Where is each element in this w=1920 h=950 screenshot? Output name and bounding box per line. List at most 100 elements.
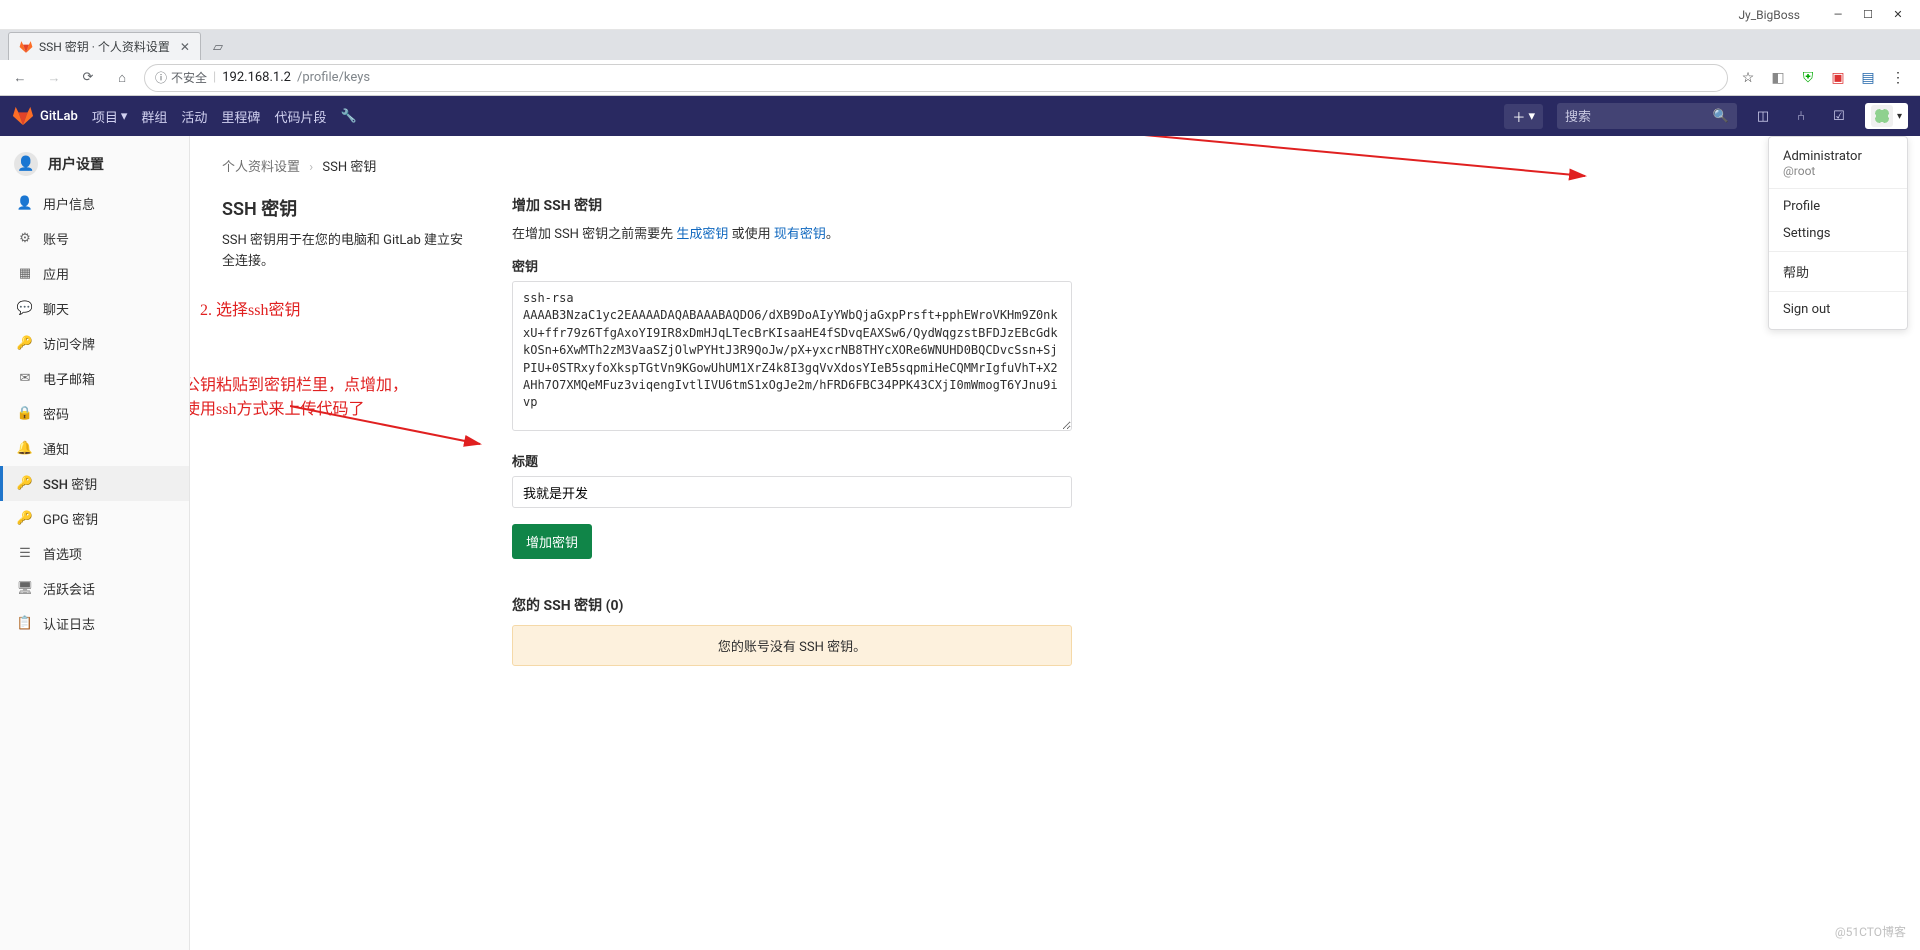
sidebar-item-label: 首选项 — [43, 544, 82, 563]
avatar-icon: 👤 — [14, 152, 38, 176]
nav-forward-button[interactable]: → — [42, 66, 66, 90]
breadcrumb: 个人资料设置 › SSH 密钥 — [222, 156, 1888, 175]
sidebar-item-icon: 🖥 — [17, 581, 33, 596]
sidebar-item-icon: 🔑 — [17, 511, 33, 526]
issues-icon[interactable]: ◫ — [1751, 109, 1775, 124]
existing-key-link[interactable]: 现有密钥 — [774, 227, 826, 242]
nav-activity[interactable]: 活动 — [181, 107, 207, 126]
settings-sidebar: 👤 用户设置 👤用户信息⚙账号▦应用💬聊天🔑访问令牌✉电子邮箱🔒密码🔔通知🔑SS… — [0, 136, 190, 950]
sidebar-item-9[interactable]: 🔑 GPG 密钥 — [0, 501, 189, 536]
ext-icon-1[interactable]: ◧ — [1768, 68, 1788, 88]
sidebar-item-8[interactable]: 🔑SSH 密钥 — [0, 466, 189, 501]
user-menu-header: Administrator @root — [1769, 143, 1907, 184]
chevron-down-icon: ▾ — [121, 109, 128, 124]
watermark: @51CTO博客 — [1835, 923, 1906, 940]
new-tab-button[interactable]: ▱ — [205, 34, 231, 60]
sidebar-item-label: 应用 — [43, 264, 69, 283]
address-field[interactable]: ⓘ 不安全 | 192.168.1.2/profile/keys — [144, 64, 1728, 92]
sidebar-item-label: 密码 — [43, 404, 69, 423]
os-titlebar: Jy_BigBoss — ☐ ✕ — [0, 0, 1920, 30]
avatar-icon — [1871, 105, 1893, 127]
sidebar-item-12[interactable]: 📋认证日志 — [0, 606, 189, 641]
sidebar-item-icon: 📋 — [17, 616, 33, 631]
nav-projects[interactable]: 项目 ▾ — [92, 107, 128, 126]
user-avatar-dropdown[interactable]: ▾ — [1865, 103, 1908, 129]
gitlab-favicon-icon — [19, 40, 33, 54]
sidebar-item-icon: ✉ — [17, 371, 33, 386]
ssh-key-title-input[interactable] — [512, 476, 1072, 508]
ext-icon-3[interactable]: ▤ — [1858, 68, 1878, 88]
ext-icon-2[interactable]: ▣ — [1828, 68, 1848, 88]
sidebar-item-2[interactable]: ▦ 应用 — [0, 256, 189, 291]
your-keys-heading: 您的 SSH 密钥 (0) — [512, 595, 1072, 615]
nav-milestones[interactable]: 里程碑 — [221, 107, 260, 126]
key-field-label: 密钥 — [512, 256, 1072, 275]
gitlab-logo[interactable]: GitLab — [12, 105, 78, 127]
nav-groups[interactable]: 群组 — [141, 107, 167, 126]
sidebar-item-icon: 🔒 — [17, 406, 33, 421]
merge-requests-icon[interactable]: ⑃ — [1789, 109, 1813, 124]
sidebar-item-5[interactable]: ✉ 电子邮箱 — [0, 361, 189, 396]
sidebar-item-icon: 🔔 — [17, 441, 33, 456]
generate-key-link[interactable]: 生成密钥 — [676, 227, 728, 242]
sidebar-item-icon: ▦ — [17, 266, 33, 281]
sidebar-item-label: 访问令牌 — [43, 334, 95, 353]
ssh-key-textarea[interactable] — [512, 281, 1072, 431]
url-host: 192.168.1.2 — [222, 70, 291, 85]
nav-search[interactable]: 🔍 — [1557, 103, 1737, 129]
browser-address-bar: ← → ⟳ ⌂ ⓘ 不安全 | 192.168.1.2/profile/keys… — [0, 60, 1920, 96]
browser-tab[interactable]: SSH 密钥 · 个人资料设置 ✕ — [8, 32, 201, 60]
chevron-down-icon: ▾ — [1528, 109, 1535, 124]
window-close-button[interactable]: ✕ — [1884, 4, 1912, 26]
nav-reload-button[interactable]: ⟳ — [76, 66, 100, 90]
sidebar-item-icon: ☰ — [17, 546, 33, 561]
sidebar-item-6[interactable]: 🔒 密码 — [0, 396, 189, 431]
browser-tab-strip: SSH 密钥 · 个人资料设置 ✕ ▱ — [0, 30, 1920, 60]
adblock-icon[interactable]: ⛨ — [1798, 68, 1818, 88]
user-menu-signout[interactable]: Sign out — [1769, 296, 1907, 323]
todos-icon[interactable]: ☑ — [1827, 109, 1851, 124]
nav-search-input[interactable] — [1565, 109, 1707, 124]
sidebar-item-10[interactable]: ☰ 首选项 — [0, 536, 189, 571]
sidebar-item-label: 活跃会话 — [43, 579, 95, 598]
sidebar-item-icon: 💬 — [17, 301, 33, 316]
breadcrumb-root[interactable]: 个人资料设置 — [222, 160, 300, 175]
add-key-hint: 在增加 SSH 密钥之前需要先 生成密钥 或使用 现有密钥。 — [512, 223, 1072, 242]
insecure-icon: ⓘ 不安全 — [155, 69, 207, 86]
add-key-heading: 增加 SSH 密钥 — [512, 195, 1072, 215]
sidebar-item-3[interactable]: 💬聊天 — [0, 291, 189, 326]
sidebar-item-label: 账号 — [43, 229, 69, 248]
nav-snippets[interactable]: 代码片段 — [274, 107, 326, 126]
search-icon: 🔍 — [1713, 109, 1729, 124]
sidebar-item-label: 电子邮箱 — [43, 369, 95, 388]
section-description: SSH 密钥 SSH 密钥用于在您的电脑和 GitLab 建立安全连接。 — [222, 195, 472, 666]
nav-admin-wrench-icon[interactable]: 🔧 — [340, 109, 356, 124]
window-maximize-button[interactable]: ☐ — [1854, 4, 1882, 26]
sidebar-item-icon: ⚙ — [17, 231, 33, 246]
tab-title: SSH 密钥 · 个人资料设置 — [39, 38, 170, 55]
sidebar-item-11[interactable]: 🖥 活跃会话 — [0, 571, 189, 606]
nav-new-dropdown[interactable]: ＋ ▾ — [1504, 104, 1543, 129]
sidebar-item-7[interactable]: 🔔通知 — [0, 431, 189, 466]
sidebar-item-1[interactable]: ⚙ 账号 — [0, 221, 189, 256]
nav-home-button[interactable]: ⌂ — [110, 66, 134, 90]
section-title: SSH 密钥 — [222, 195, 472, 221]
user-menu-settings[interactable]: Settings — [1769, 220, 1907, 247]
browser-menu-icon[interactable]: ⋮ — [1888, 68, 1908, 88]
sidebar-item-4[interactable]: 🔑 访问令牌 — [0, 326, 189, 361]
sidebar-item-0[interactable]: 👤用户信息 — [0, 186, 189, 221]
nav-back-button[interactable]: ← — [8, 66, 32, 90]
sidebar-item-label: 用户信息 — [43, 194, 95, 213]
user-menu-profile[interactable]: Profile — [1769, 193, 1907, 220]
sidebar-item-label: GPG 密钥 — [43, 509, 98, 528]
title-field-label: 标题 — [512, 451, 1072, 470]
sidebar-item-icon: 🔑 — [17, 336, 33, 351]
tab-close-icon[interactable]: ✕ — [180, 40, 190, 54]
sidebar-item-icon: 🔑 — [17, 476, 33, 491]
chevron-down-icon: ▾ — [1897, 111, 1902, 122]
user-menu-help[interactable]: 帮助 — [1769, 256, 1907, 287]
plus-icon: ＋ — [1512, 107, 1525, 126]
window-minimize-button[interactable]: — — [1824, 4, 1852, 26]
star-icon[interactable]: ☆ — [1738, 68, 1758, 88]
add-key-button[interactable]: 增加密钥 — [512, 524, 592, 559]
